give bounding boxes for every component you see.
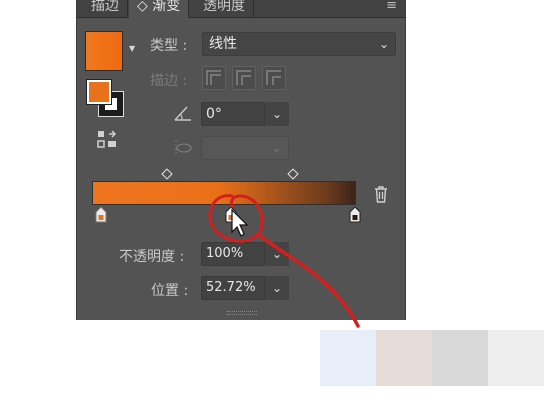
fill-swatch[interactable] — [86, 79, 112, 105]
palette-chip-1 — [320, 330, 376, 386]
mouse-cursor-icon — [231, 208, 249, 237]
palette-chip-2 — [376, 330, 432, 386]
palette-chip-4 — [488, 330, 544, 386]
palette-chip-3 — [432, 330, 488, 386]
color-palette-strip — [320, 330, 550, 400]
